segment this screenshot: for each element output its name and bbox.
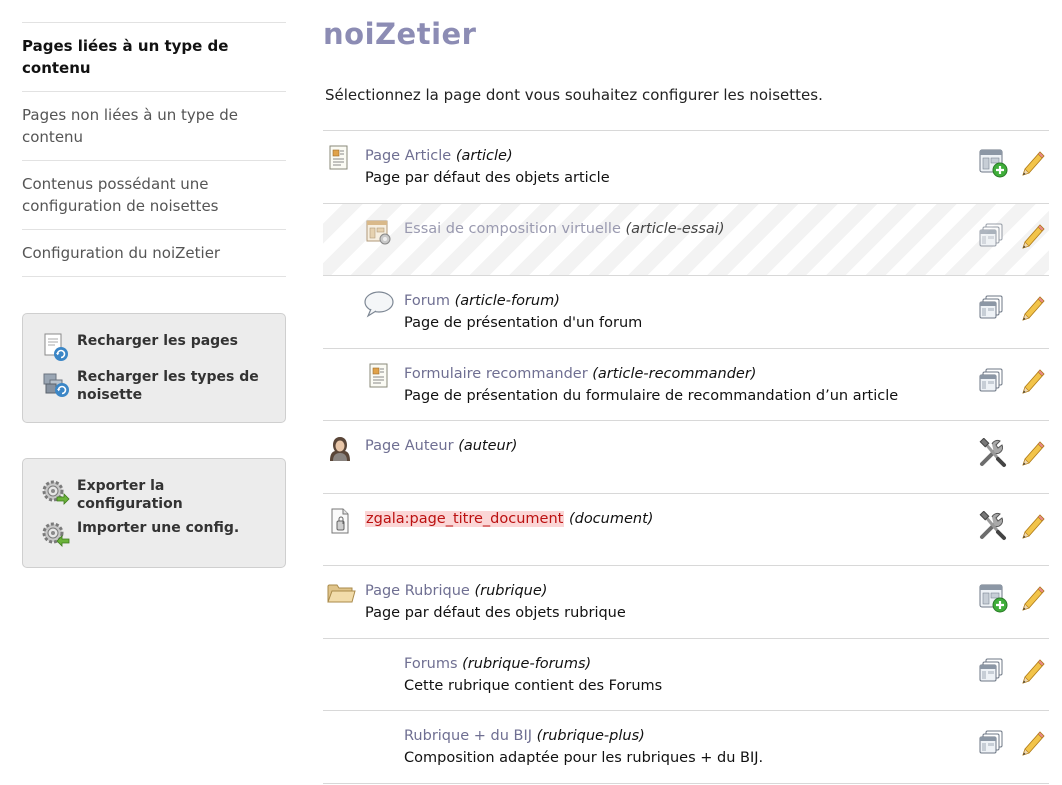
sidebar-item-configuration[interactable]: Configuration du noiZetier	[22, 230, 286, 277]
pencil-edit-icon[interactable]	[1017, 366, 1047, 396]
form-page-icon	[367, 363, 393, 389]
page-row-article-recommander: Formulaire recommander (article-recomman…	[323, 349, 1049, 421]
page-row-rubrique: Page Rubrique (rubrique) Page par défaut…	[323, 566, 1049, 639]
page-id: (rubrique-plus)	[536, 728, 645, 744]
pencil-edit-icon[interactable]	[1017, 293, 1047, 323]
page-row-article-essai: Essai de composition virtuelle (article-…	[323, 203, 1049, 276]
export-config-label: Exporter la configuration	[77, 478, 183, 512]
import-config-button[interactable]: Importer une config.	[41, 519, 271, 549]
page-row-rubrique-plus: Rubrique + du BIJ (rubrique-plus) Compos…	[323, 711, 1049, 784]
main-content: noiZetier Sélectionnez la page dont vous…	[323, 14, 1049, 784]
sidebar-item-pages-liees[interactable]: Pages liées à un type de contenu	[22, 23, 286, 92]
page-link[interactable]: Forum	[404, 293, 450, 309]
page-row-document: zgala:page_titre_document (document)	[323, 494, 1049, 566]
page-id: (article-recommander)	[592, 365, 757, 382]
compositions-icon[interactable]	[977, 366, 1007, 396]
article-page-icon	[327, 145, 353, 171]
page-link[interactable]: Page Article	[365, 148, 451, 164]
composition-icon	[365, 218, 391, 244]
page-description: Cette rubrique contient des Forums	[404, 677, 663, 694]
reload-pages-label: Recharger les pages	[77, 333, 239, 349]
page-id: (auteur)	[458, 438, 518, 454]
page-description: Page de présentation d'un forum	[404, 315, 643, 331]
reload-actions-box: Recharger les pages Recharger les types …	[22, 313, 286, 423]
compositions-icon[interactable]	[977, 728, 1007, 758]
import-config-label: Importer une config.	[77, 520, 240, 536]
reload-pages-button[interactable]: Recharger les pages	[41, 332, 271, 362]
page-id: (article)	[455, 148, 513, 164]
page-id: (rubrique-forums)	[462, 655, 592, 672]
pencil-edit-icon[interactable]	[1017, 221, 1047, 251]
page-row-rubrique-forums: Forums (rubrique-forums) Cette rubrique …	[323, 639, 1049, 711]
pencil-edit-icon[interactable]	[1017, 511, 1047, 541]
config-actions-box: Exporter la configuration Importer une c…	[22, 458, 286, 568]
sidebar-nav: Pages liées à un type de contenu Pages n…	[22, 22, 286, 277]
page-id: (article-forum)	[454, 293, 560, 309]
page-link[interactable]: Formulaire recommander	[404, 366, 588, 382]
tools-icon[interactable]	[977, 438, 1009, 468]
reload-noisette-types-button[interactable]: Recharger les types de noisette	[41, 368, 271, 404]
intro-text: Sélectionnez la page dont vous souhaitez…	[325, 86, 823, 104]
page-link[interactable]: Page Auteur	[365, 438, 454, 454]
page-link[interactable]: Essai de composition virtuelle	[404, 221, 621, 237]
page-row-article-forum: Forum (article-forum) Page de présentati…	[323, 276, 1049, 349]
reload-blocks-icon	[41, 368, 75, 398]
gear-import-icon	[41, 519, 75, 549]
sidebar-item-label[interactable]: Configuration du noiZetier	[22, 244, 220, 262]
page-description: Page de présentation du formulaire de re…	[404, 387, 899, 404]
sidebar-item-label[interactable]: Pages non liées à un type de contenu	[22, 106, 238, 146]
page-link[interactable]: Rubrique + du BIJ	[404, 728, 532, 744]
tools-icon[interactable]	[977, 510, 1009, 541]
page-description: Page par défaut des objets article	[365, 170, 610, 186]
compositions-icon[interactable]	[977, 221, 1007, 251]
gear-export-icon	[41, 477, 75, 507]
page-list: Page Article (article) Page par défaut d…	[323, 130, 1049, 784]
page-id: (document)	[568, 510, 654, 527]
pencil-edit-icon[interactable]	[1017, 656, 1047, 686]
compositions-icon[interactable]	[977, 293, 1007, 323]
compositions-icon[interactable]	[977, 656, 1007, 686]
add-composition-icon[interactable]	[977, 583, 1009, 613]
author-icon	[327, 435, 353, 461]
page-id: (article-essai)	[625, 220, 725, 237]
export-config-button[interactable]: Exporter la configuration	[41, 477, 271, 513]
sidebar-item-label[interactable]: Contenus possédant une configuration de …	[22, 175, 219, 215]
pencil-edit-icon[interactable]	[1017, 728, 1047, 758]
sidebar: Pages liées à un type de contenu Pages n…	[22, 22, 286, 568]
pencil-edit-icon[interactable]	[1017, 438, 1047, 468]
page-id: (rubrique)	[474, 583, 548, 599]
page-title: noiZetier	[323, 17, 477, 51]
folder-icon	[326, 580, 356, 606]
speech-bubble-icon	[363, 290, 394, 318]
page-description: Page par défaut des objets rubrique	[365, 605, 626, 621]
page-row-article: Page Article (article) Page par défaut d…	[323, 131, 1049, 204]
page-link[interactable]: Page Rubrique	[365, 583, 470, 599]
page-link[interactable]: zgala:page_titre_document	[365, 510, 565, 527]
page-link[interactable]: Forums	[404, 656, 458, 672]
page-description: Composition adaptée pour les rubriques +…	[404, 750, 764, 766]
pencil-edit-icon[interactable]	[1017, 583, 1047, 613]
sidebar-item-label[interactable]: Pages liées à un type de contenu	[22, 37, 228, 77]
page-row-auteur: Page Auteur (auteur)	[323, 421, 1049, 494]
sidebar-item-contenus-configures[interactable]: Contenus possédant une configuration de …	[22, 161, 286, 230]
document-icon	[329, 508, 355, 534]
page: Pages liées à un type de contenu Pages n…	[0, 0, 1062, 785]
add-composition-icon[interactable]	[977, 148, 1009, 178]
sidebar-item-pages-non-liees[interactable]: Pages non liées à un type de contenu	[22, 92, 286, 161]
reload-page-icon	[41, 332, 75, 362]
reload-noisette-types-label: Recharger les types de noisette	[77, 369, 259, 403]
pencil-edit-icon[interactable]	[1017, 148, 1047, 178]
